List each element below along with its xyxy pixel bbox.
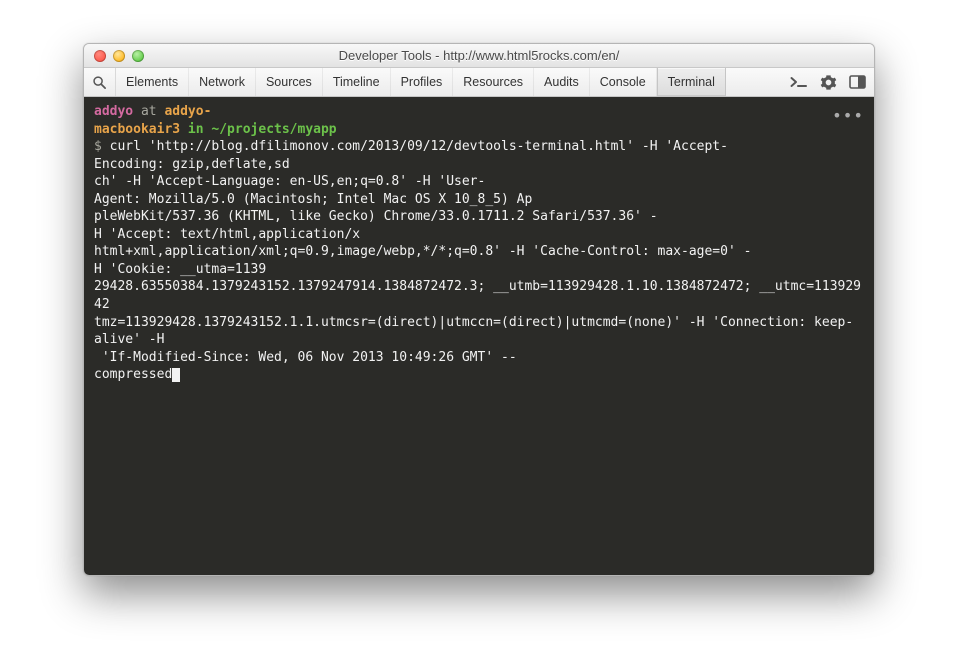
terminal-prompt-line2: macbookair3 in ~/projects/myapp xyxy=(94,121,864,139)
terminal-pane[interactable]: ••• addyo at addyo- macbookair3 in ~/pro… xyxy=(84,97,874,575)
console-drawer-icon xyxy=(790,75,808,89)
window-title: Developer Tools - http://www.html5rocks.… xyxy=(84,48,874,63)
tab-label: Elements xyxy=(126,75,178,89)
toolbar: Elements Network Sources Timeline Profiles Re… xyxy=(84,68,874,97)
prompt-path: ~/projects/myapp xyxy=(211,122,336,137)
prompt-at: at xyxy=(141,104,157,119)
prompt-host2: macbookair3 xyxy=(94,122,180,137)
terminal-output: Encoding: gzip,deflate,sd ch' -H 'Accept… xyxy=(94,156,864,384)
dock-icon xyxy=(849,75,866,89)
search-icon xyxy=(92,75,107,90)
tab-label: Network xyxy=(199,75,245,89)
terminal-command-rest: Encoding: gzip,deflate,sd ch' -H 'Accept… xyxy=(94,157,861,383)
tab-profiles[interactable]: Profiles xyxy=(391,68,454,96)
tab-timeline[interactable]: Timeline xyxy=(323,68,391,96)
tab-label: Terminal xyxy=(668,75,715,89)
prompt-in: in xyxy=(188,122,204,137)
tab-resources[interactable]: Resources xyxy=(453,68,534,96)
toolbar-actions xyxy=(782,68,874,96)
settings-button[interactable] xyxy=(820,74,837,91)
traffic-lights xyxy=(84,50,144,62)
search-button[interactable] xyxy=(84,68,116,96)
tab-label: Console xyxy=(600,75,646,89)
tab-sources[interactable]: Sources xyxy=(256,68,323,96)
terminal-cursor xyxy=(172,368,180,382)
terminal-command-line: $ curl 'http://blog.dfilimonov.com/2013/… xyxy=(94,138,864,156)
minimize-button[interactable] xyxy=(113,50,125,62)
gear-icon xyxy=(820,74,837,91)
overflow-menu[interactable]: ••• xyxy=(832,105,864,127)
tab-label: Audits xyxy=(544,75,579,89)
tab-console[interactable]: Console xyxy=(590,68,657,96)
dock-button[interactable] xyxy=(849,75,866,89)
tabs: Elements Network Sources Timeline Profiles Re… xyxy=(116,68,782,96)
zoom-button[interactable] xyxy=(132,50,144,62)
prompt-user: addyo xyxy=(94,104,133,119)
titlebar: Developer Tools - http://www.html5rocks.… xyxy=(84,44,874,68)
tab-network[interactable]: Network xyxy=(189,68,256,96)
terminal-command-first: curl 'http://blog.dfilimonov.com/2013/09… xyxy=(110,139,728,154)
tab-label: Sources xyxy=(266,75,312,89)
tab-label: Timeline xyxy=(333,75,380,89)
terminal-prompt-line1: addyo at addyo- xyxy=(94,103,864,121)
tab-audits[interactable]: Audits xyxy=(534,68,590,96)
tab-label: Resources xyxy=(463,75,523,89)
tab-terminal[interactable]: Terminal xyxy=(657,68,726,96)
prompt-symbol: $ xyxy=(94,139,102,154)
devtools-window: Developer Tools - http://www.html5rocks.… xyxy=(83,43,875,576)
prompt-host: addyo- xyxy=(164,104,211,119)
toggle-drawer-button[interactable] xyxy=(790,75,808,89)
close-button[interactable] xyxy=(94,50,106,62)
tab-elements[interactable]: Elements xyxy=(116,68,189,96)
tab-label: Profiles xyxy=(401,75,443,89)
